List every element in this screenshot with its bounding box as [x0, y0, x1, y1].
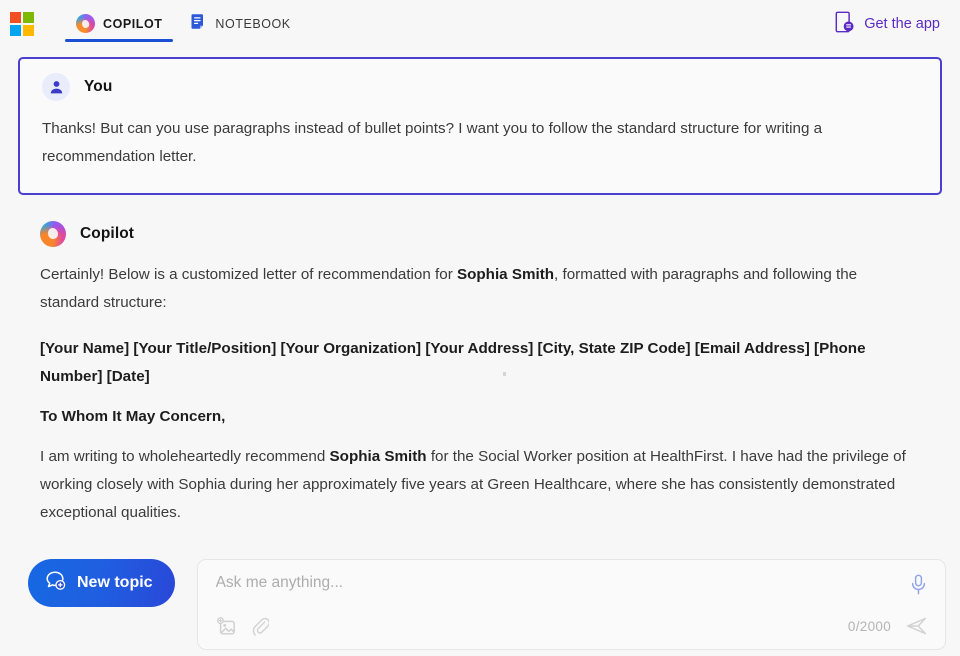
user-message-text: Thanks! But can you use paragraphs inste…	[42, 120, 823, 165]
new-topic-label: New topic	[77, 574, 153, 591]
send-icon[interactable]	[905, 615, 929, 637]
user-message-author: You	[84, 78, 113, 95]
user-message-body: Thanks! But can you use paragraphs inste…	[42, 115, 914, 171]
microphone-icon[interactable]	[910, 574, 927, 595]
assistant-intro-before: Certainly! Below is a customized letter …	[40, 266, 457, 283]
add-image-icon[interactable]	[216, 616, 236, 636]
person-icon	[42, 73, 70, 101]
copilot-icon	[76, 14, 95, 33]
paperclip-icon[interactable]	[252, 617, 270, 636]
phone-chat-icon	[834, 11, 855, 37]
nav-tabs: COPILOT NOTEBOOK	[62, 0, 305, 47]
tab-copilot-label: COPILOT	[103, 16, 163, 31]
assistant-intro-bold-name: Sophia Smith	[457, 266, 555, 283]
microsoft-logo[interactable]	[10, 11, 34, 36]
assistant-message-author: Copilot	[80, 225, 135, 242]
new-topic-button[interactable]: New topic	[28, 559, 175, 607]
message-input-container[interactable]: 0/2000	[196, 559, 946, 650]
assistant-intro-paragraph: Certainly! Below is a customized letter …	[40, 261, 916, 317]
tab-notebook[interactable]: NOTEBOOK	[176, 0, 304, 47]
user-message-card: You Thanks! But can you use paragraphs i…	[18, 57, 942, 195]
tab-notebook-label: NOTEBOOK	[215, 16, 291, 31]
user-message-header: You	[42, 73, 914, 101]
composer-attachments	[216, 616, 270, 636]
letter-header-placeholders: [Your Name] [Your Title/Position] [Your …	[40, 340, 866, 385]
get-the-app-button[interactable]: Get the app	[830, 7, 944, 41]
letter-salutation: To Whom It May Concern,	[40, 408, 226, 425]
assistant-message-body: Certainly! Below is a customized letter …	[40, 261, 916, 527]
letter-paragraph-one: I am writing to wholeheartedly recommend…	[40, 443, 916, 527]
get-the-app-label: Get the app	[864, 15, 940, 32]
character-counter: 0/2000	[847, 618, 891, 634]
chat-plus-icon	[45, 570, 66, 596]
render-artifact-dot	[503, 372, 506, 376]
conversation-scroll-area[interactable]: You Thanks! But can you use paragraphs i…	[0, 47, 960, 545]
message-input[interactable]	[215, 572, 869, 594]
copilot-icon	[40, 221, 66, 247]
top-navigation-bar: COPILOT NOTEBOOK Get the app	[0, 0, 960, 47]
letter-paragraph-one-before: I am writing to wholeheartedly recommend	[40, 448, 330, 465]
notebook-icon	[190, 13, 207, 34]
tab-copilot[interactable]: COPILOT	[62, 0, 176, 47]
letter-paragraph-one-bold-name: Sophia Smith	[329, 448, 427, 465]
composer-actions-row: 0/2000	[216, 615, 929, 637]
composer-bar: New topic Ask me anything... 0/2000	[0, 545, 960, 656]
assistant-message-header: Copilot	[40, 221, 916, 247]
assistant-message-card: Copilot Certainly! Below is a customized…	[18, 221, 942, 527]
